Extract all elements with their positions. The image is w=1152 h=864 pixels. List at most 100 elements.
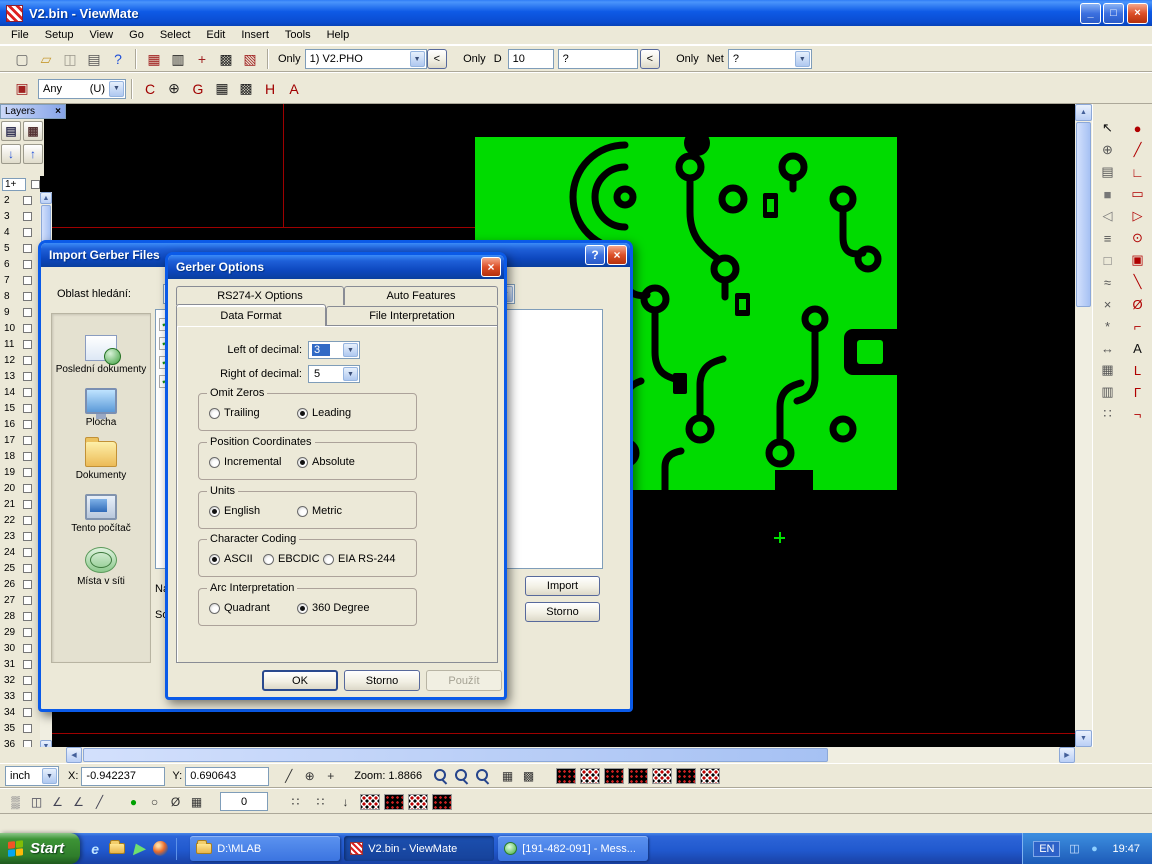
layer-visibility-checkbox[interactable]	[23, 532, 32, 541]
browser-ball-icon[interactable]	[153, 841, 168, 856]
snap-grid-icon[interactable]: ▩	[235, 78, 257, 100]
center-tool-icon[interactable]: C	[139, 78, 161, 100]
layer-row[interactable]: 25	[0, 560, 40, 576]
menu-edit[interactable]: Edit	[198, 27, 233, 43]
rows-tool-icon[interactable]: ▥	[1096, 382, 1120, 402]
chevron-down-icon[interactable]: ▼	[795, 51, 810, 67]
layer-row[interactable]: 9	[0, 304, 40, 320]
tray-update-icon[interactable]: ●	[1086, 841, 1102, 857]
scrollbar-thumb[interactable]	[1076, 122, 1091, 307]
scroll-left-button[interactable]: ◀	[66, 747, 82, 763]
apply-button[interactable]: Použít	[426, 670, 502, 691]
chevron-down-icon[interactable]: ▼	[343, 367, 358, 381]
layer-detail-icon[interactable]: ▤	[1096, 162, 1120, 182]
diagonal-icon[interactable]: ╱	[89, 792, 110, 811]
radio-english[interactable]: English	[209, 505, 260, 517]
place-documents[interactable]: Dokumenty	[52, 441, 150, 481]
layer-row[interactable]: 7	[0, 272, 40, 288]
layer-colors-icon[interactable]: ▦	[23, 121, 43, 141]
cancel-button[interactable]: Storno	[525, 602, 600, 622]
only-dcode-label[interactable]: Only	[463, 53, 486, 65]
language-indicator[interactable]: EN	[1033, 841, 1060, 857]
diagonal-measure-icon[interactable]: ╱	[278, 767, 299, 786]
taskbar-button-d-mlab[interactable]: D:\MLAB	[190, 836, 340, 861]
layer-row[interactable]: 35	[0, 720, 40, 736]
new-file-icon[interactable]: ▢	[11, 48, 33, 70]
null-aperture-tool-icon[interactable]: Ø	[1126, 294, 1150, 314]
online-status-icon[interactable]: ●	[123, 792, 144, 811]
layer-row[interactable]: 26	[0, 576, 40, 592]
ok-button[interactable]: OK	[262, 670, 338, 691]
menu-select[interactable]: Select	[152, 27, 199, 43]
open-file-icon[interactable]: ▱	[35, 48, 57, 70]
layer-visibility-checkbox[interactable]	[23, 692, 32, 701]
grid-tool-icon[interactable]: ▦	[1096, 360, 1120, 380]
layer-row[interactable]: 31	[0, 656, 40, 672]
layer-visibility-checkbox[interactable]	[23, 324, 32, 333]
layer-row[interactable]: 14	[0, 384, 40, 400]
layer-row[interactable]: 23	[0, 528, 40, 544]
film-view-1-icon[interactable]	[556, 768, 576, 784]
close-button[interactable]: ×	[481, 257, 501, 277]
layer-row[interactable]: 20	[0, 480, 40, 496]
layer-select-combo[interactable]: 1) V2.PHO ▼	[305, 49, 427, 69]
layer-visibility-checkbox[interactable]	[23, 564, 32, 573]
zoom-out-icon[interactable]	[452, 767, 473, 786]
mirror-tool-icon[interactable]: ◁	[1096, 206, 1120, 226]
bend-tool-icon[interactable]: Γ	[1126, 382, 1150, 402]
layer-visibility-checkbox[interactable]	[23, 468, 32, 477]
tab-data-format[interactable]: Data Format	[176, 304, 326, 326]
layer-visibility-checkbox[interactable]	[23, 500, 32, 509]
film-view-4-icon[interactable]	[628, 768, 648, 784]
radio-metric[interactable]: Metric	[297, 505, 342, 517]
line-tool-icon[interactable]: ╱	[1126, 140, 1150, 160]
arc-tool-icon[interactable]: ▷	[1126, 206, 1150, 226]
pad-stack-icon[interactable]: ◫	[26, 792, 47, 811]
layer-row[interactable]: 18	[0, 448, 40, 464]
taskbar-button-v2-bin-viewmate[interactable]: V2.bin - ViewMate	[344, 836, 494, 861]
layer-visibility-checkbox[interactable]	[23, 644, 32, 653]
layer-row[interactable]: 6	[0, 256, 40, 272]
layer-row[interactable]: 33	[0, 688, 40, 704]
radio-quadrant[interactable]: Quadrant	[209, 602, 270, 614]
tray-network-icon[interactable]: ◫	[1066, 841, 1082, 857]
layer-row[interactable]: 10	[0, 320, 40, 336]
layer-row[interactable]: 16	[0, 416, 40, 432]
query-net-icon[interactable]: ▧	[239, 48, 261, 70]
zoom-in-icon[interactable]	[431, 767, 452, 786]
grid-display-icon[interactable]: ▦	[497, 767, 518, 786]
negate-tool-icon[interactable]: ¬	[1126, 404, 1150, 424]
chevron-down-icon[interactable]: ▼	[343, 343, 358, 357]
canvas-horizontal-scrollbar[interactable]: ◀ ▶	[66, 747, 1075, 763]
layer-list-icon[interactable]: ▤	[1, 121, 21, 141]
layer-row[interactable]: 24	[0, 544, 40, 560]
rectangle-tool-icon[interactable]: ▭	[1126, 184, 1150, 204]
tab-file-interpretation[interactable]: File Interpretation	[326, 306, 498, 325]
layer-visibility-checkbox[interactable]	[23, 436, 32, 445]
active-layer-row[interactable]: 1+	[0, 176, 40, 192]
star-tool-icon[interactable]: *	[1096, 316, 1120, 336]
maximize-button[interactable]: □	[1103, 3, 1124, 24]
layer-row[interactable]: 13	[0, 368, 40, 384]
chevron-down-icon[interactable]: ▼	[109, 81, 124, 97]
layer-visibility-checkbox[interactable]	[23, 260, 32, 269]
layer-row[interactable]: 29	[0, 624, 40, 640]
pattern-d-icon[interactable]	[432, 794, 452, 810]
pan-tool-icon[interactable]: ↔	[1096, 338, 1120, 358]
layer-row[interactable]: 15	[0, 400, 40, 416]
layer-visibility-checkbox[interactable]	[23, 612, 32, 621]
film-view-3-icon[interactable]	[604, 768, 624, 784]
layer-row[interactable]: 4	[0, 224, 40, 240]
layer-row[interactable]: 27	[0, 592, 40, 608]
right-of-decimal-select[interactable]: 5 ▼	[308, 365, 360, 383]
menu-file[interactable]: File	[3, 27, 37, 43]
film-edit-icon[interactable]: ▒	[5, 792, 26, 811]
pattern-a-icon[interactable]	[360, 794, 380, 810]
layer-row[interactable]: 11	[0, 336, 40, 352]
radio-eia-rs-244[interactable]: EIA RS-244	[323, 553, 395, 565]
film-view-7-icon[interactable]	[700, 768, 720, 784]
layer-visibility-checkbox[interactable]	[23, 516, 32, 525]
layer-row[interactable]: 5	[0, 240, 40, 256]
filled-rect-tool-icon[interactable]: ■	[1096, 184, 1120, 204]
layer-visibility-checkbox[interactable]	[23, 628, 32, 637]
